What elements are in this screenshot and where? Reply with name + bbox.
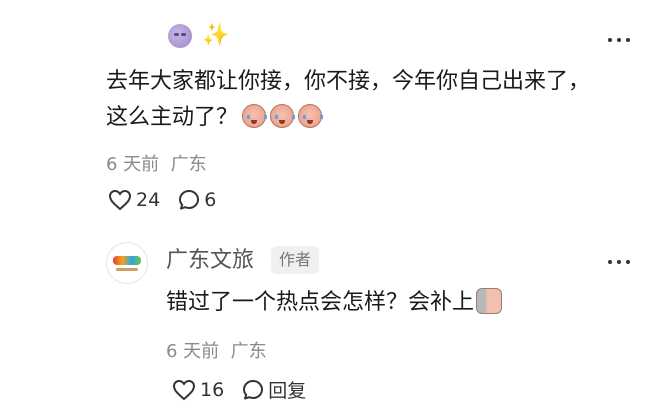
- like-button[interactable]: 16: [172, 379, 224, 401]
- reply-location: 广东: [230, 341, 267, 362]
- purple-face-icon: [168, 24, 192, 48]
- reply-time: 6 天前: [166, 341, 220, 362]
- author-badge: 作者: [271, 246, 320, 274]
- reply-body: 错过了一个热点会怎样？会补上: [166, 287, 503, 319]
- crying-face-icon: [298, 104, 324, 128]
- comment-bubble-icon: [243, 379, 264, 399]
- crying-face-icon: [242, 104, 268, 128]
- user-badges: ✨: [168, 24, 229, 48]
- comment-body: 去年大家都让你接，你不接，今年你自己出来了，这么主动了？: [106, 64, 606, 136]
- brand-logo-icon: [113, 255, 141, 265]
- reply-button[interactable]: 回复: [242, 376, 306, 403]
- heart-icon: [172, 379, 196, 400]
- like-count: 16: [200, 378, 225, 401]
- comment-thread: ✨ 去年大家都让你接，你不接，今年你自己出来了，这么主动了？ 6 天前 广东 2…: [0, 0, 654, 413]
- like-button[interactable]: 24: [108, 189, 160, 211]
- more-options-icon[interactable]: [606, 258, 632, 266]
- comment-time: 6 天前: [106, 154, 160, 175]
- reply-meta: 6 天前 广东: [166, 337, 267, 363]
- reply-count-button[interactable]: 6: [178, 189, 216, 211]
- sparkles-icon: ✨: [202, 23, 230, 48]
- reply-text: 错过了一个热点会怎样？会补上: [166, 290, 475, 315]
- crying-face-icon: [270, 104, 296, 128]
- comment-bubble-icon: [179, 190, 200, 210]
- reply-count: 6: [204, 189, 217, 211]
- comment-text: 去年大家都让你接，你不接，今年你自己出来了，这么主动了？: [106, 69, 591, 130]
- heart-icon: [108, 189, 132, 211]
- avatar[interactable]: [106, 242, 148, 284]
- comment-actions: 24 6: [108, 189, 234, 211]
- comment-meta: 6 天前 广东: [106, 150, 207, 176]
- reply-author-name[interactable]: 广东文旅: [166, 246, 254, 276]
- like-count: 24: [136, 189, 161, 211]
- comment-location: 广东: [170, 154, 207, 175]
- doge-hiding-icon: [476, 288, 503, 314]
- reply-label: 回复: [268, 380, 307, 402]
- more-options-icon[interactable]: [606, 36, 632, 44]
- reply-actions: 16 回复: [172, 376, 324, 403]
